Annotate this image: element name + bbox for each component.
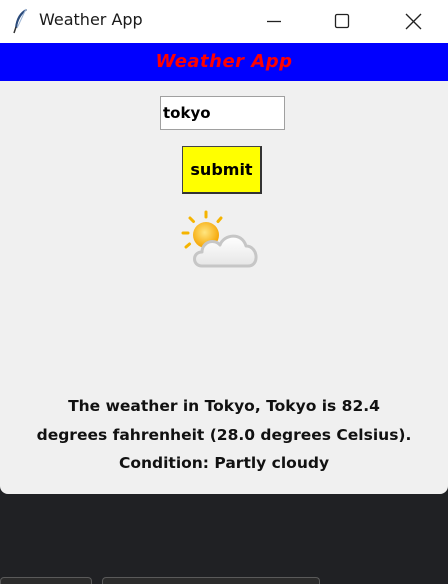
weather-result-line: The weather in Tokyo, Tokyo is 82.4: [68, 397, 380, 415]
city-input[interactable]: [160, 96, 285, 130]
feather-icon: [13, 8, 27, 34]
app-banner: Weather App: [0, 43, 448, 81]
maximize-button[interactable]: [308, 0, 376, 43]
taskbar-edge: [102, 577, 320, 584]
submit-button[interactable]: submit: [182, 146, 262, 194]
taskbar-edge: [0, 577, 92, 584]
app-window: Weather App Weather App submit: [0, 0, 448, 494]
window-title: Weather App: [39, 10, 143, 29]
maximize-icon: [334, 13, 350, 29]
weather-result: The weather in Tokyo, Tokyo is 82.4 degr…: [0, 392, 448, 478]
minimize-icon: [267, 20, 281, 23]
weather-result-line: Condition: Partly cloudy: [118, 454, 330, 472]
close-button[interactable]: [380, 0, 448, 43]
close-icon: [405, 13, 422, 30]
weather-result-line: degrees fahrenheit (28.0 degrees Celsius…: [36, 425, 412, 444]
partly-cloudy-icon: [181, 210, 258, 268]
title-bar[interactable]: Weather App: [0, 0, 448, 43]
minimize-button[interactable]: [240, 0, 308, 43]
